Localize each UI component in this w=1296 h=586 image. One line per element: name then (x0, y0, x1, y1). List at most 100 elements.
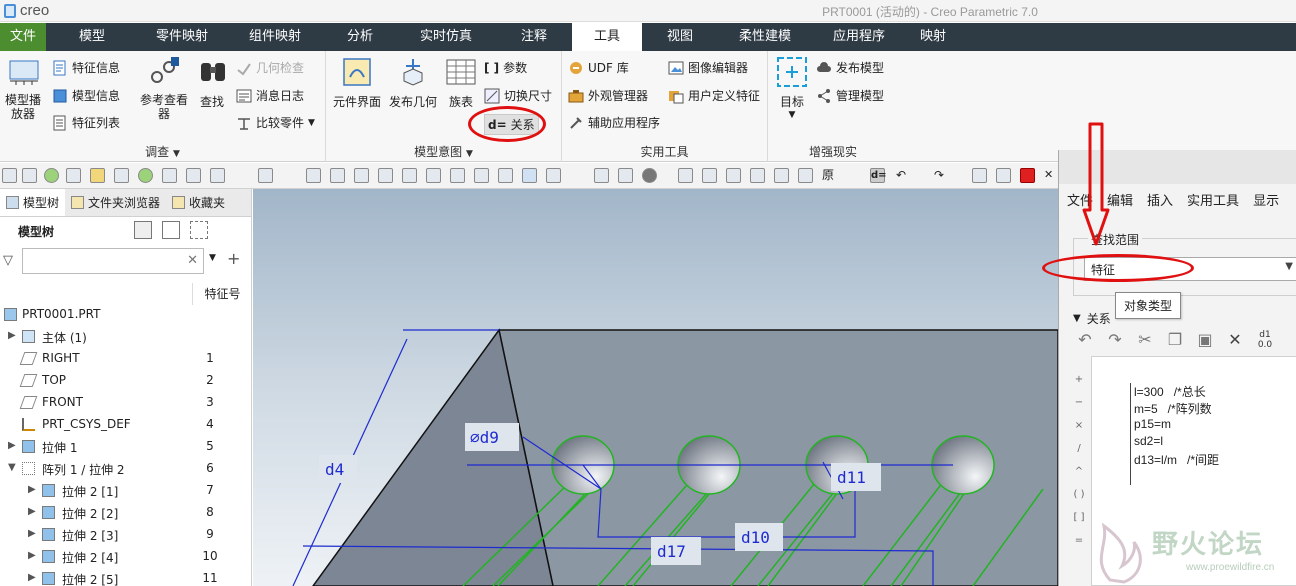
plus-icon[interactable]: + (1071, 374, 1087, 385)
expand-icon[interactable]: ▶ (8, 330, 16, 341)
user-defined-feature-button[interactable]: 用户定义特征 (668, 87, 760, 104)
expand-icon[interactable]: ▶ (28, 572, 36, 583)
clear-icon[interactable]: ✕ (187, 253, 198, 268)
parentheses-icon[interactable]: ( ) (1071, 489, 1087, 500)
section-icon[interactable] (546, 168, 561, 183)
collapse-icon[interactable]: ▼ (8, 462, 16, 473)
tree-row-right[interactable]: RIGHT 1 (0, 348, 251, 370)
zoom-in-icon[interactable] (22, 168, 37, 183)
tree-search-input[interactable]: ✕ (22, 248, 204, 274)
view-normal-icon[interactable] (726, 168, 741, 183)
sketch-line-icon[interactable] (234, 168, 249, 183)
tab-part-mapping[interactable]: 零件映射 (138, 23, 226, 51)
spin-icon[interactable] (594, 168, 609, 183)
family-table-button[interactable]: 族表 (444, 57, 478, 110)
tab-annotate[interactable]: 注释 (496, 23, 572, 51)
image-editor-button[interactable]: 图像编辑器 (668, 59, 748, 76)
cut-icon[interactable]: ✂ (1135, 330, 1155, 350)
auxiliary-app-button[interactable]: 辅助应用程序 (568, 114, 660, 131)
tree-filter-icon[interactable] (190, 221, 208, 239)
tree-row-extrude-2-2[interactable]: ▶ 拉伸 2 [2] 8 (0, 502, 251, 524)
annotation-display-icon[interactable] (702, 168, 717, 183)
minus-icon[interactable]: − (1071, 397, 1087, 408)
tree-row-csys[interactable]: PRT_CSYS_DEF 4 (0, 414, 251, 436)
tab-view[interactable]: 视图 (642, 23, 718, 51)
new-icon[interactable] (114, 168, 129, 183)
geometry-check-button[interactable]: 几何检查 (236, 59, 304, 76)
expand-icon[interactable]: ▶ (8, 440, 16, 451)
tab-model-tree[interactable]: 模型树 (0, 189, 66, 216)
switch-dimensions-button[interactable]: 切换尺寸 (484, 87, 552, 104)
group-title-model-intent[interactable]: 模型意图 ▼ (326, 143, 561, 160)
print-icon[interactable] (186, 168, 201, 183)
column-header-feature-number[interactable]: 特征号 (192, 283, 252, 305)
brackets-icon[interactable]: [ ] (1071, 512, 1087, 523)
datum-tag-icon[interactable] (846, 168, 861, 183)
expand-icon[interactable]: ▶ (28, 528, 36, 539)
tab-assembly-mapping[interactable]: 组件映射 (226, 23, 324, 51)
regen-manager-icon[interactable] (972, 168, 987, 183)
dim-d17[interactable]: d17 (657, 542, 686, 561)
model-player-button[interactable]: 模型播放器 (0, 57, 48, 121)
add-icon[interactable]: + (227, 249, 240, 268)
redo-icon[interactable]: ↷ (934, 168, 949, 183)
tag-icon[interactable] (798, 168, 813, 183)
tree-row-pattern[interactable]: ▼ 阵列 1 / 拉伸 26 (0, 458, 251, 480)
expand-icon[interactable]: ▶ (28, 484, 36, 495)
shading-icon[interactable] (450, 168, 465, 183)
menu-display[interactable]: 显示 (1253, 190, 1279, 209)
tab-file[interactable]: 文件 (0, 23, 46, 51)
plane-display-icon[interactable] (258, 168, 273, 183)
tree-row-extrude-2-4[interactable]: ▶ 拉伸 2 [4] 10 (0, 546, 251, 568)
measure-icon[interactable] (996, 168, 1011, 183)
expand-icon[interactable]: ▶ (28, 506, 36, 517)
relations-toggle-icon[interactable]: d= (870, 168, 887, 183)
tab-applications[interactable]: 应用程序 (812, 23, 906, 51)
appearance-manager-button[interactable]: 外观管理器 (568, 87, 648, 104)
chevron-down-icon[interactable]: ▼ (1285, 261, 1293, 272)
reference-viewer-button[interactable]: 参考查看器 (136, 57, 192, 121)
tab-live-simulation[interactable]: 实时仿真 (396, 23, 496, 51)
chevron-down-icon[interactable]: ▼ (209, 253, 216, 263)
tree-row-part[interactable]: PRT0001.PRT (0, 304, 251, 326)
undo-icon[interactable]: ↶ (1075, 330, 1095, 350)
tree-row-extrude-2-5[interactable]: ▶ 拉伸 2 [5] 11 (0, 568, 251, 586)
menu-utilities[interactable]: 实用工具 (1187, 190, 1239, 209)
tree-row-front[interactable]: FRONT 3 (0, 392, 251, 414)
mirror-icon[interactable] (330, 168, 345, 183)
power-icon[interactable]: ^ (1071, 466, 1087, 477)
group-title-investigate[interactable]: 调查 ▼ (0, 143, 325, 160)
parameters-button[interactable]: [ ] 参数 (484, 59, 527, 76)
copy-icon[interactable] (354, 168, 369, 183)
dim-d11[interactable]: d11 (837, 468, 866, 487)
view-manager-icon[interactable] (66, 168, 81, 183)
datum-icon[interactable] (678, 168, 693, 183)
tree-row-body[interactable]: ▶ 主体 (1) (0, 326, 251, 348)
menu-edit[interactable]: 编辑 (1107, 190, 1133, 209)
expand-icon[interactable]: ▶ (28, 550, 36, 561)
tree-row-extrude-2-1[interactable]: ▶ 拉伸 2 [1] 7 (0, 480, 251, 502)
publish-geometry-button[interactable]: 发布几何 (386, 57, 440, 110)
tab-mapping[interactable]: 映射 (906, 23, 960, 51)
graphics-viewport[interactable]: d4 ⌀d9 d11 d10 d17 (253, 189, 1058, 586)
curve-icon[interactable] (282, 168, 297, 183)
pan-icon[interactable] (570, 168, 585, 183)
tab-flexible-modeling[interactable]: 柔性建模 (718, 23, 812, 51)
delete-icon[interactable]: ✕ (1225, 330, 1245, 350)
point-icon[interactable] (426, 168, 441, 183)
model-info-button[interactable]: 模型信息 (52, 87, 120, 104)
repaint-icon[interactable] (44, 168, 59, 183)
orient-icon[interactable] (618, 168, 633, 183)
multiply-icon[interactable]: × (1071, 420, 1087, 431)
wireframe-icon[interactable] (498, 168, 513, 183)
open-icon[interactable] (90, 168, 105, 183)
tree-row-extrude-2-3[interactable]: ▶ 拉伸 2 [3] 9 (0, 524, 251, 546)
equals-icon[interactable]: = (1071, 535, 1087, 546)
appearance-icon[interactable] (642, 168, 657, 183)
find-button[interactable]: 查找 (196, 57, 228, 110)
manage-model-button[interactable]: 管理模型 (816, 87, 884, 104)
shaded-edges-icon[interactable] (522, 168, 537, 183)
save-icon[interactable] (162, 168, 177, 183)
dim-d10[interactable]: d10 (741, 528, 770, 547)
dim-d9[interactable]: ⌀d9 (470, 428, 499, 447)
